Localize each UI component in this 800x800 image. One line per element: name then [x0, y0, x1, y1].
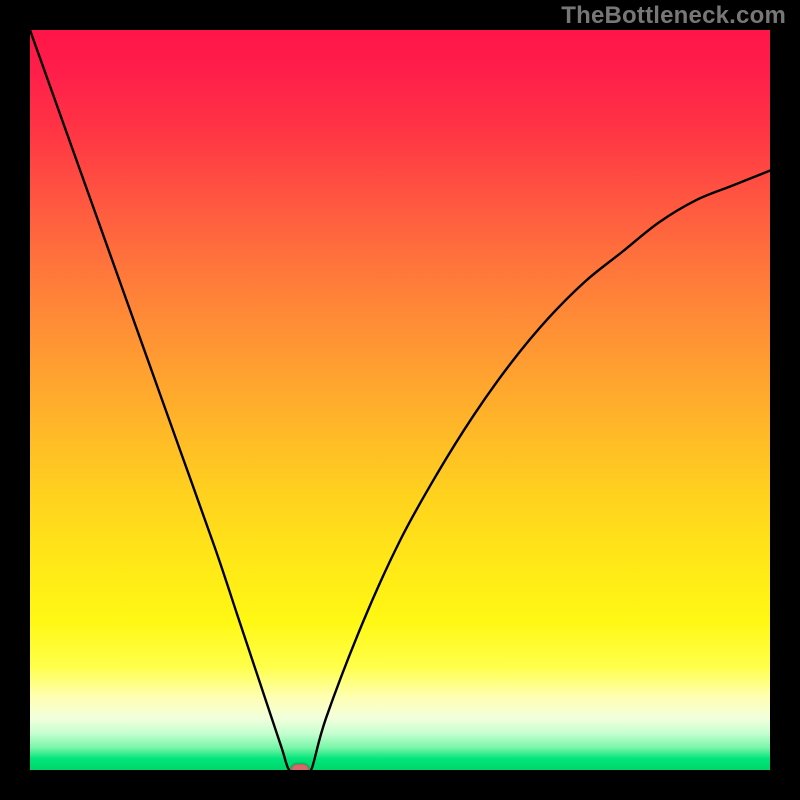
plot-area: [30, 30, 770, 770]
optimal-point-marker: [291, 764, 309, 770]
bottleneck-curve: [30, 30, 770, 770]
chart-frame: TheBottleneck.com: [0, 0, 800, 800]
watermark-text: TheBottleneck.com: [561, 2, 786, 30]
